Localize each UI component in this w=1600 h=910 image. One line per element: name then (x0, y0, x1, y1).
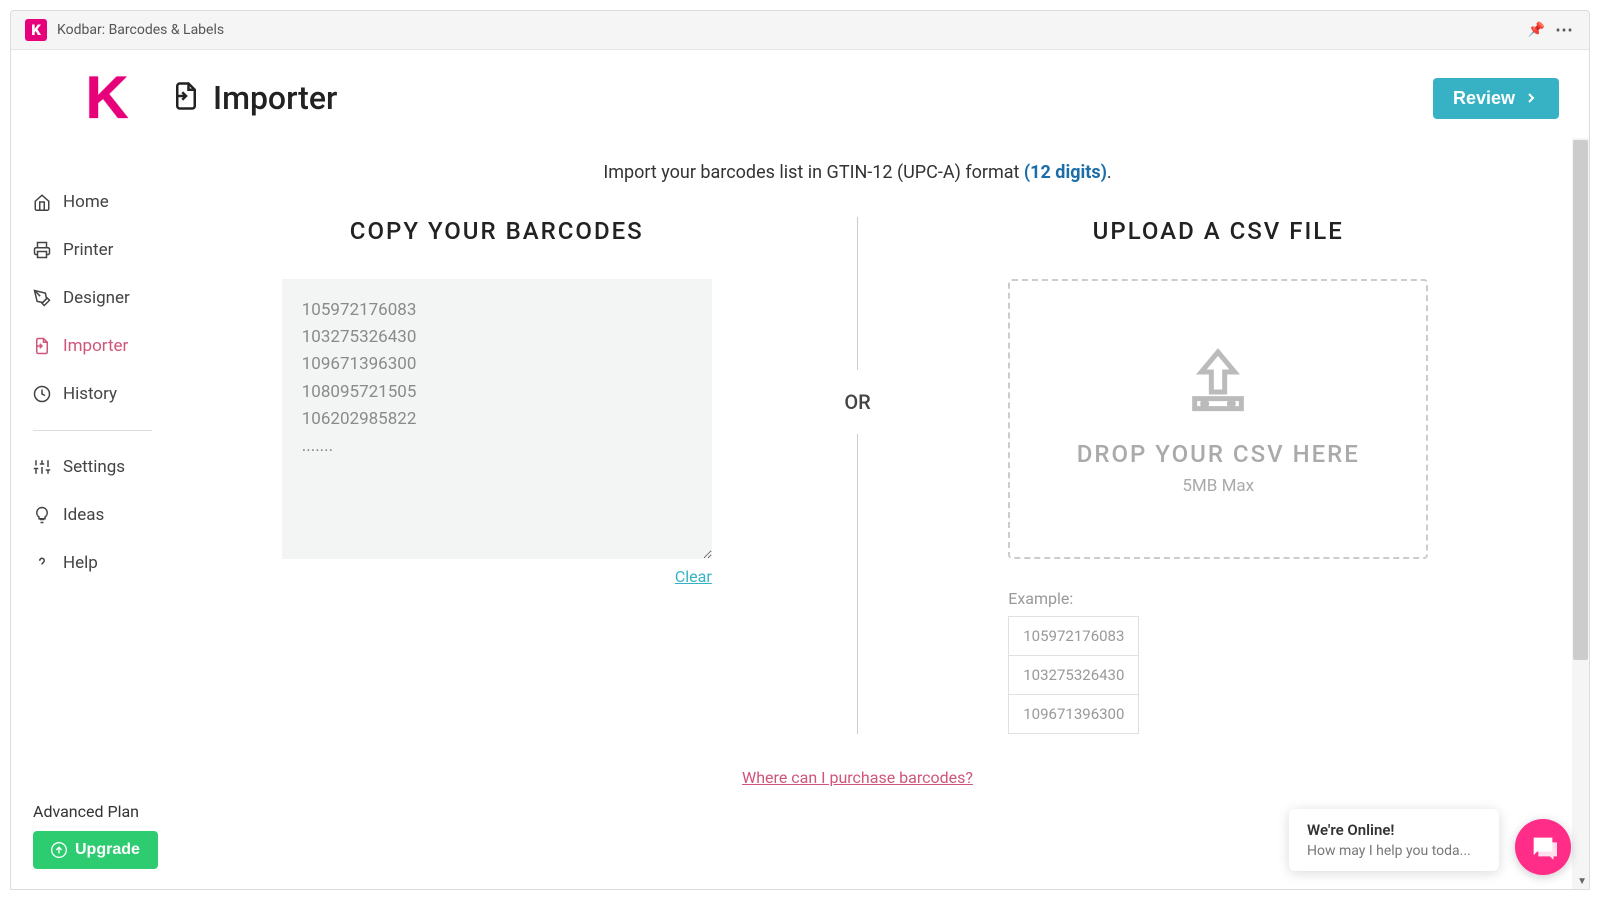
drop-text: DROP YOUR CSV HERE (1077, 440, 1360, 468)
home-icon (33, 193, 51, 211)
printer-icon (33, 241, 51, 259)
review-button[interactable]: Review (1433, 78, 1559, 119)
main-content: ▼ Import your barcodes list in GTIN-12 (… (176, 138, 1589, 889)
history-icon (33, 385, 51, 403)
chat-prompt: How may I help you toda... (1307, 843, 1481, 859)
scrollbar[interactable]: ▼ (1572, 138, 1589, 889)
page-title: Importer (213, 79, 337, 117)
sidebar-item-label: Importer (63, 336, 128, 356)
chat-icon (1529, 833, 1557, 861)
example-label: Example: (1008, 589, 1428, 608)
upgrade-arrow-icon (51, 842, 67, 858)
sidebar-item-help[interactable]: Help (33, 539, 176, 587)
csv-dropzone[interactable]: DROP YOUR CSV HERE 5MB Max (1008, 279, 1428, 559)
upgrade-button[interactable]: Upgrade (33, 831, 158, 869)
pin-icon[interactable]: 📌 (1528, 22, 1545, 38)
sidebar-item-label: Help (63, 553, 98, 573)
sidebar-divider (33, 430, 152, 431)
sidebar-item-label: Designer (63, 288, 130, 308)
copy-barcodes-heading: COPY YOUR BARCODES (350, 217, 644, 245)
column-divider: OR (818, 217, 898, 734)
purchase-barcodes-link[interactable]: Where can I purchase barcodes? (742, 768, 973, 787)
importer-icon (33, 337, 51, 355)
more-icon[interactable]: ⋯ (1555, 20, 1575, 41)
app-icon: K (25, 19, 47, 41)
example-cell: 103275326430 (1009, 656, 1139, 695)
sidebar-item-importer[interactable]: Importer (33, 322, 176, 370)
designer-icon (33, 289, 51, 307)
sidebar-item-settings[interactable]: Settings (33, 443, 176, 491)
example-cell: 105972176083 (1009, 617, 1139, 656)
sidebar-item-ideas[interactable]: Ideas (33, 491, 176, 539)
sidebar-item-label: Ideas (63, 505, 104, 525)
upload-icon (1178, 342, 1258, 422)
app-logo: K (41, 68, 171, 128)
example-cell: 109671396300 (1009, 695, 1139, 734)
settings-icon (33, 458, 51, 476)
sidebar-item-home[interactable]: Home (33, 178, 176, 226)
plan-label: Advanced Plan (33, 798, 176, 831)
instruction-text: Import your barcodes list in GTIN-12 (UP… (176, 162, 1539, 183)
lightbulb-icon (33, 506, 51, 524)
sidebar-item-label: Settings (63, 457, 125, 477)
sidebar-item-history[interactable]: History (33, 370, 176, 418)
help-icon (33, 554, 51, 572)
sidebar-item-label: Printer (63, 240, 113, 260)
purchase-link-wrap: Where can I purchase barcodes? (176, 768, 1539, 787)
sidebar-item-label: History (63, 384, 117, 404)
window-title: Kodbar: Barcodes & Labels (57, 22, 224, 38)
digits-highlight: (12 digits) (1024, 162, 1107, 183)
upload-csv-heading: UPLOAD A CSV FILE (1093, 217, 1344, 245)
window-titlebar: K Kodbar: Barcodes & Labels 📌 ⋯ (11, 11, 1589, 50)
chat-fab[interactable] (1515, 819, 1571, 875)
barcode-textarea[interactable] (282, 279, 712, 559)
sidebar-item-printer[interactable]: Printer (33, 226, 176, 274)
chat-popup[interactable]: We're Online! How may I help you toda... (1289, 809, 1499, 871)
importer-icon (171, 81, 201, 115)
chat-status: We're Online! (1307, 821, 1481, 839)
sidebar-item-designer[interactable]: Designer (33, 274, 176, 322)
sidebar: Home Printer Designer Importer History (11, 138, 176, 889)
drop-subtext: 5MB Max (1182, 476, 1254, 496)
clear-link[interactable]: Clear (675, 567, 712, 586)
example-table: 105972176083 103275326430 109671396300 (1008, 616, 1139, 734)
page-header: K Importer Review (11, 50, 1589, 138)
or-label: OR (844, 370, 870, 434)
sidebar-item-label: Home (63, 192, 109, 212)
